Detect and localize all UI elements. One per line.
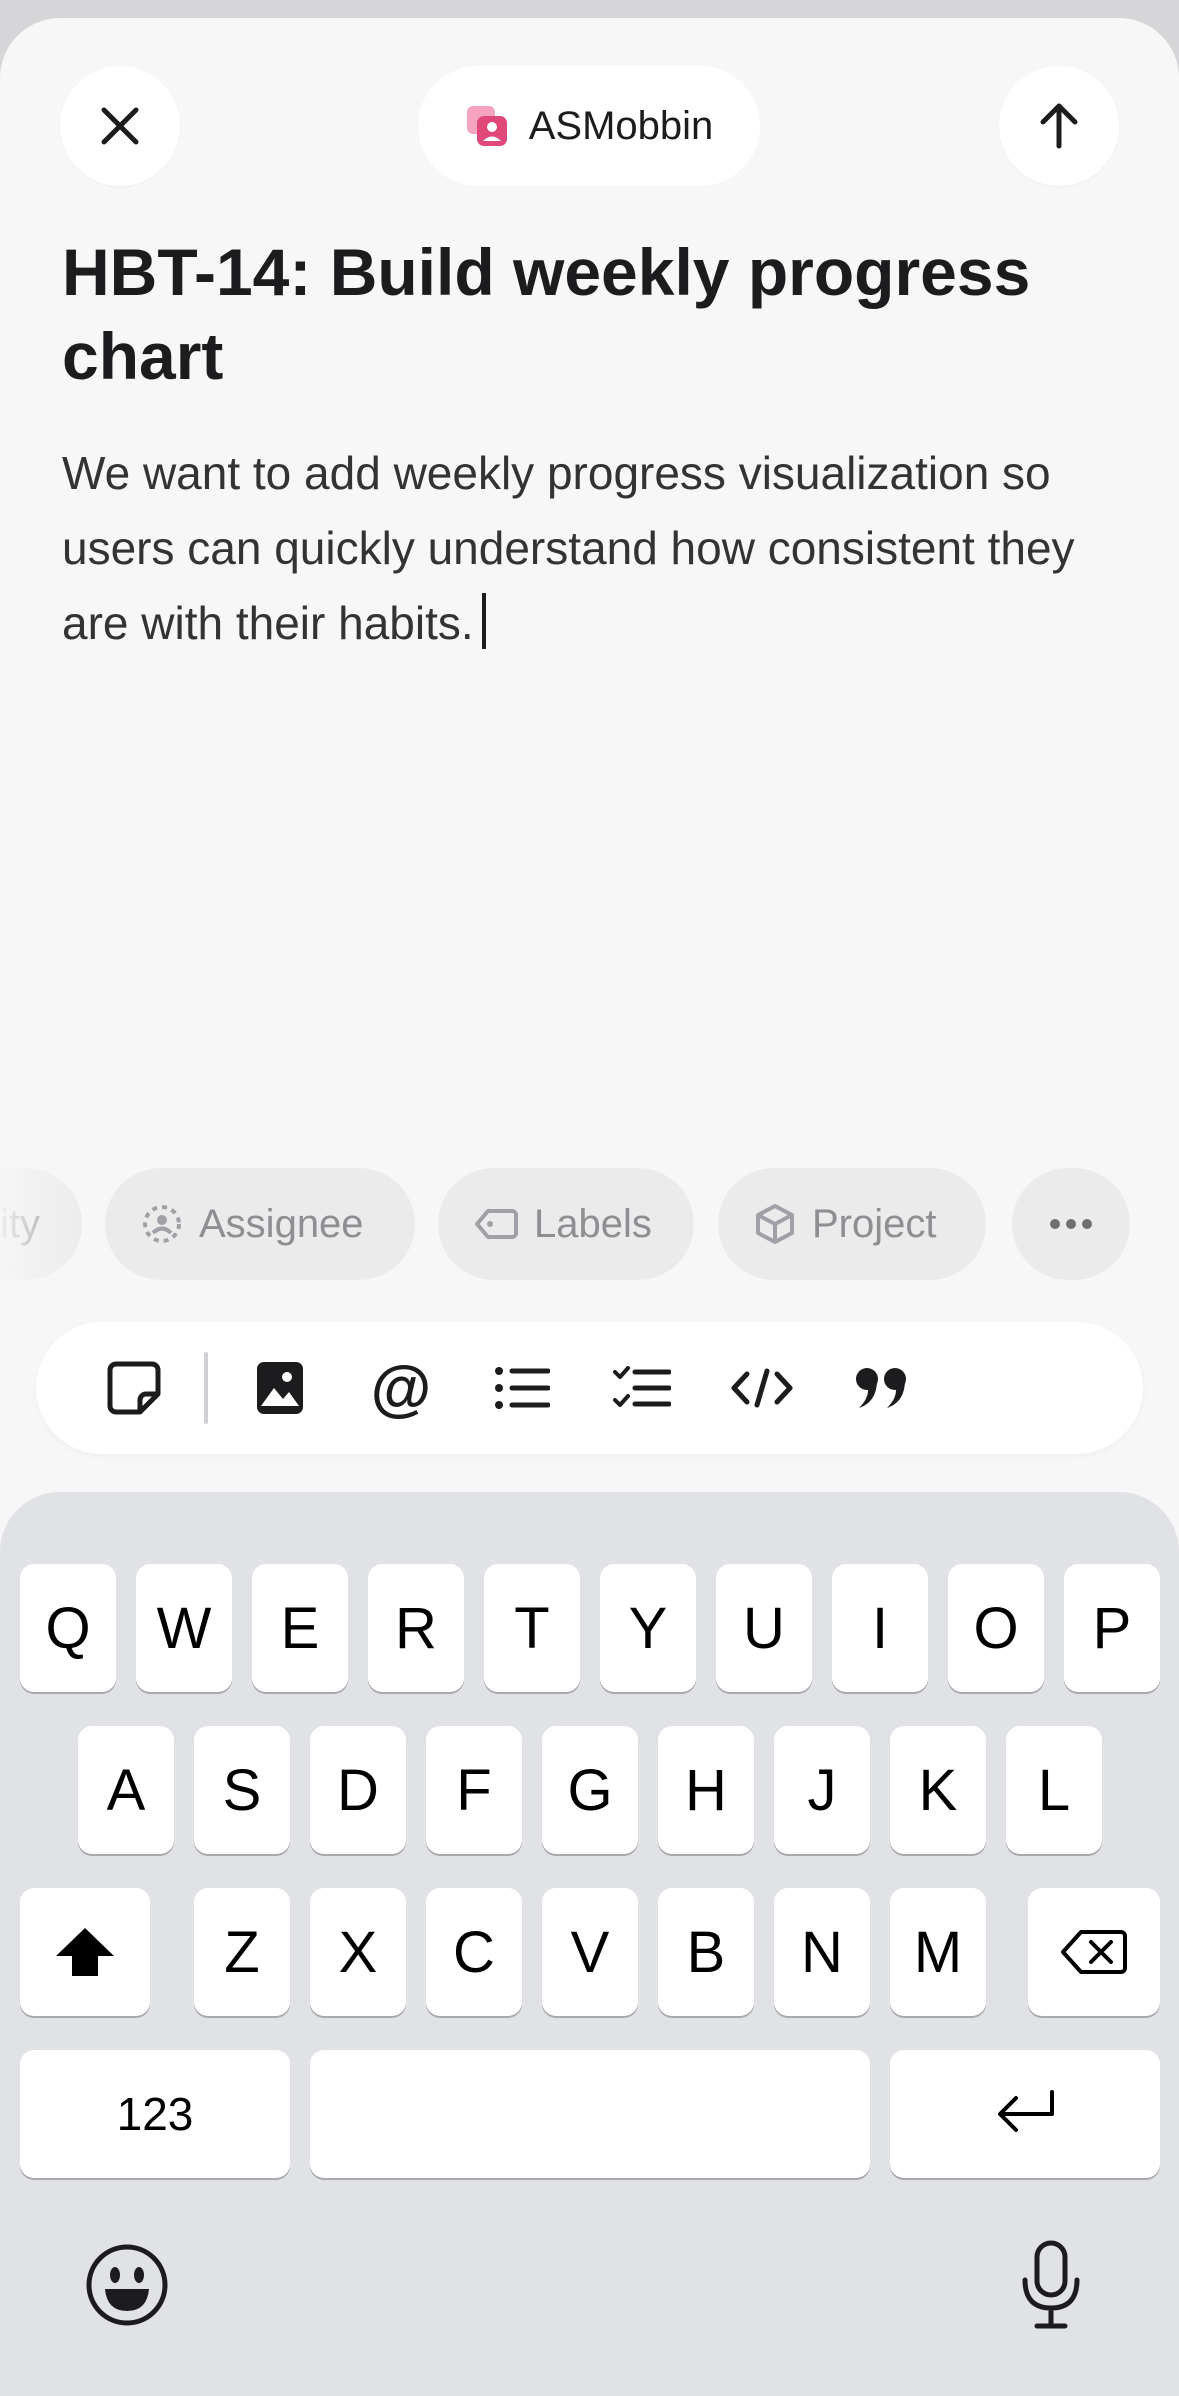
sticky-note-icon [107, 1361, 161, 1415]
key-n[interactable]: N [774, 1888, 870, 2016]
key-t[interactable]: T [484, 1564, 580, 1692]
quote-icon [856, 1368, 906, 1408]
bullet-list-icon [495, 1367, 550, 1409]
code-block-button[interactable] [726, 1352, 798, 1424]
code-icon [731, 1368, 793, 1408]
return-key[interactable] [890, 2050, 1160, 2178]
on-screen-keyboard: Q W E R T Y U I O P A S D F G H J K L Z … [0, 1492, 1179, 2396]
labels-chip[interactable]: Labels [438, 1168, 694, 1280]
key-z[interactable]: Z [194, 1888, 290, 2016]
close-button[interactable] [60, 66, 180, 186]
key-k[interactable]: K [890, 1726, 986, 1854]
new-issue-sheet: ASMobbin HBT-14: Build weekly progress c… [0, 18, 1179, 2396]
more-properties-button[interactable] [1012, 1168, 1130, 1280]
more-icon [1050, 1219, 1092, 1229]
key-c[interactable]: C [426, 1888, 522, 2016]
property-chips: ity Assignee Labels Project [0, 1168, 1179, 1284]
template-button[interactable] [98, 1352, 170, 1424]
emoji-button[interactable] [80, 2238, 174, 2332]
backspace-icon [1061, 1930, 1127, 1974]
key-s[interactable]: S [194, 1726, 290, 1854]
key-i[interactable]: I [832, 1564, 928, 1692]
key-a[interactable]: A [78, 1726, 174, 1854]
key-o[interactable]: O [948, 1564, 1044, 1692]
return-icon [998, 2090, 1054, 2132]
numbers-key[interactable]: 123 [20, 2050, 290, 2178]
key-b[interactable]: B [658, 1888, 754, 2016]
project-label: Project [812, 1201, 937, 1246]
shift-icon [56, 1928, 114, 1976]
backspace-key[interactable] [1028, 1888, 1160, 2016]
project-chip[interactable]: Project [718, 1168, 986, 1280]
key-p[interactable]: P [1064, 1564, 1160, 1692]
assignee-icon [143, 1205, 181, 1243]
key-d[interactable]: D [310, 1726, 406, 1854]
team-selector[interactable]: ASMobbin [418, 66, 760, 186]
key-f[interactable]: F [426, 1726, 522, 1854]
issue-description-text: We want to add weekly progress visualiza… [62, 447, 1075, 649]
issue-title-input[interactable]: HBT-14: Build weekly progress chart [62, 230, 1122, 398]
submit-issue-button[interactable] [999, 66, 1119, 186]
label-tag-icon [475, 1209, 518, 1239]
microphone-icon [1022, 2240, 1080, 2329]
formatting-toolbar: @ [36, 1322, 1143, 1454]
key-y[interactable]: Y [600, 1564, 696, 1692]
key-g[interactable]: G [542, 1726, 638, 1854]
checklist-icon [613, 1366, 671, 1407]
team-icon [466, 106, 507, 146]
key-v[interactable]: V [542, 1888, 638, 2016]
assignee-chip[interactable]: Assignee [105, 1168, 415, 1280]
dictation-button[interactable] [1004, 2238, 1098, 2332]
chips-fade [0, 1168, 90, 1284]
close-icon [101, 107, 139, 145]
key-r[interactable]: R [368, 1564, 464, 1692]
key-j[interactable]: J [774, 1726, 870, 1854]
team-name: ASMobbin [528, 103, 714, 148]
key-q[interactable]: Q [20, 1564, 116, 1692]
quote-button[interactable] [846, 1352, 918, 1424]
key-u[interactable]: U [716, 1564, 812, 1692]
bullet-list-button[interactable] [486, 1352, 558, 1424]
arrow-up-icon [1040, 103, 1078, 149]
project-cube-icon [756, 1204, 794, 1244]
emoji-icon [86, 2244, 168, 2326]
key-l[interactable]: L [1006, 1726, 1102, 1854]
insert-image-button[interactable] [244, 1352, 316, 1424]
key-x[interactable]: X [310, 1888, 406, 2016]
image-icon [257, 1362, 303, 1414]
assignee-label: Assignee [199, 1201, 364, 1246]
labels-label: Labels [534, 1201, 652, 1246]
checklist-button[interactable] [606, 1352, 678, 1424]
key-h[interactable]: H [658, 1726, 754, 1854]
mention-button[interactable]: @ [365, 1352, 437, 1424]
key-e[interactable]: E [252, 1564, 348, 1692]
mention-icon: @ [370, 1353, 432, 1423]
toolbar-divider [204, 1352, 208, 1424]
key-m[interactable]: M [890, 1888, 986, 2016]
key-w[interactable]: W [136, 1564, 232, 1692]
text-cursor [481, 593, 486, 649]
space-key[interactable] [310, 2050, 870, 2178]
issue-description-input[interactable]: We want to add weekly progress visualiza… [62, 436, 1122, 661]
shift-key[interactable] [20, 1888, 150, 2016]
